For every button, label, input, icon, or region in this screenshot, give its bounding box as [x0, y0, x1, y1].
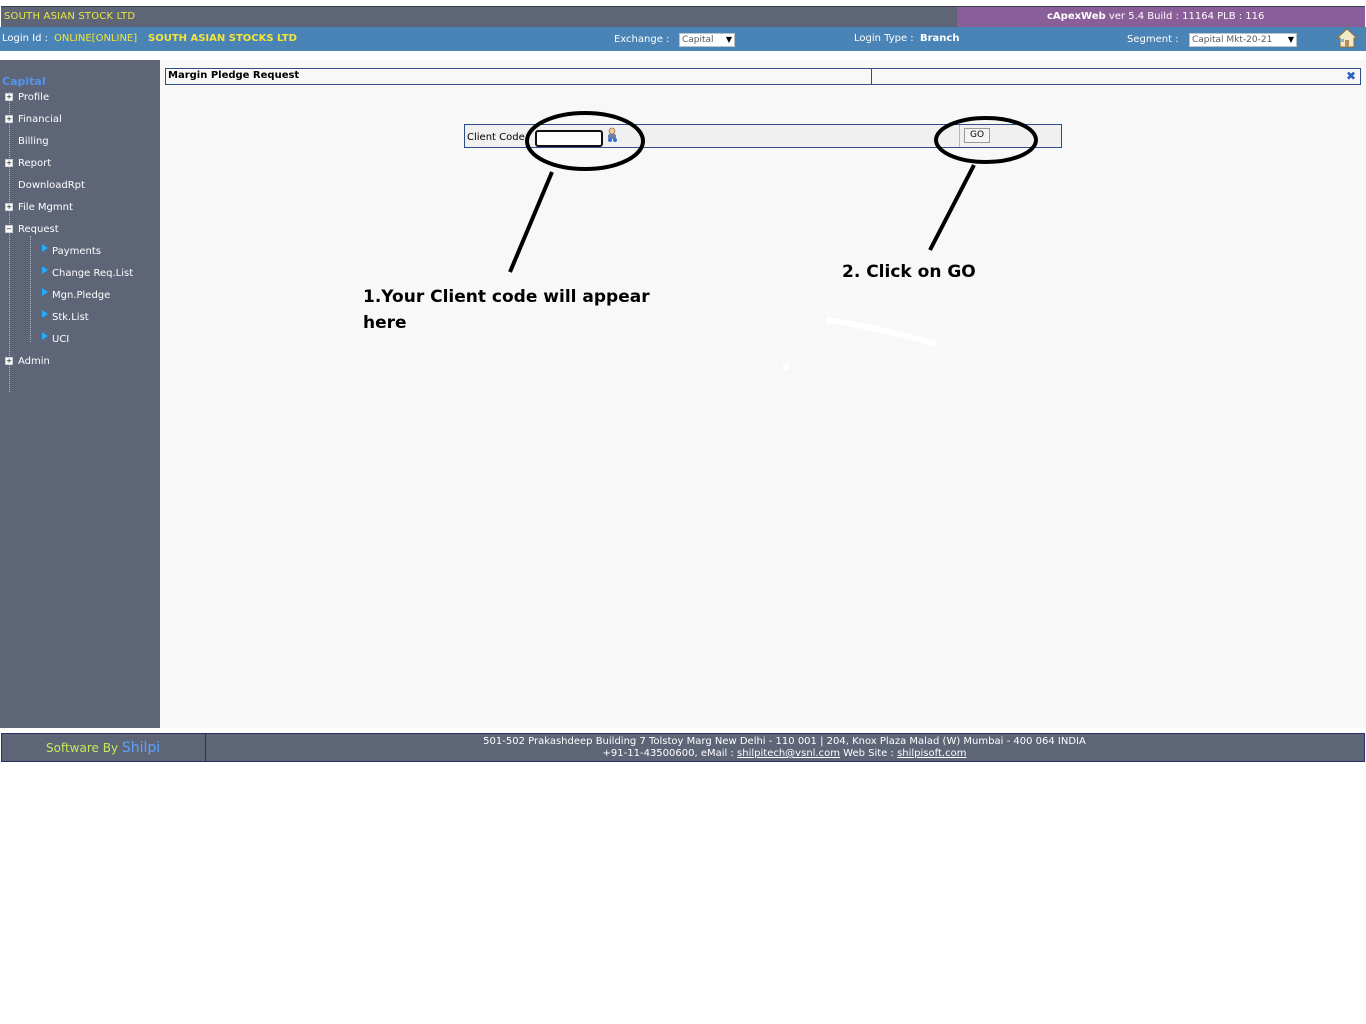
footer-website-link[interactable]: shilpisoft.com	[897, 748, 966, 759]
footer-website-prefix: Web Site :	[843, 748, 894, 759]
footer-phone-email-prefix: +91-11-43500600, eMail :	[602, 748, 734, 759]
software-by-text: Software By	[46, 741, 119, 755]
software-by: Software By Shilpi	[46, 740, 160, 756]
annotation-overlay	[508, 111, 1038, 370]
shilpi-brand: Shilpi	[121, 740, 161, 756]
highlight-circle-go	[934, 116, 1038, 164]
annotation-step2: 2. Click on GO	[842, 262, 976, 282]
footer-address: 501-502 Prakashdeep Building 7 Tolstoy M…	[483, 736, 1086, 747]
footer-email-link[interactable]: shilpitech@vsnl.com	[737, 748, 840, 759]
footer-contact: +91-11-43500600, eMail : shilpitech@vsnl…	[205, 748, 1364, 759]
footer-brand-cell: Software By Shilpi	[2, 734, 206, 761]
annotation-step1-line2: here	[363, 313, 407, 333]
pointer-line-go	[928, 164, 976, 251]
footer: Software By Shilpi 501-502 Prakashdeep B…	[1, 733, 1365, 762]
highlight-circle-client-code	[525, 111, 645, 171]
pointer-line-client-code	[508, 171, 554, 273]
white-dot	[783, 364, 789, 370]
annotation-step1-line1: 1.Your Client code will appear	[363, 287, 650, 307]
white-brush-stroke	[825, 317, 937, 347]
